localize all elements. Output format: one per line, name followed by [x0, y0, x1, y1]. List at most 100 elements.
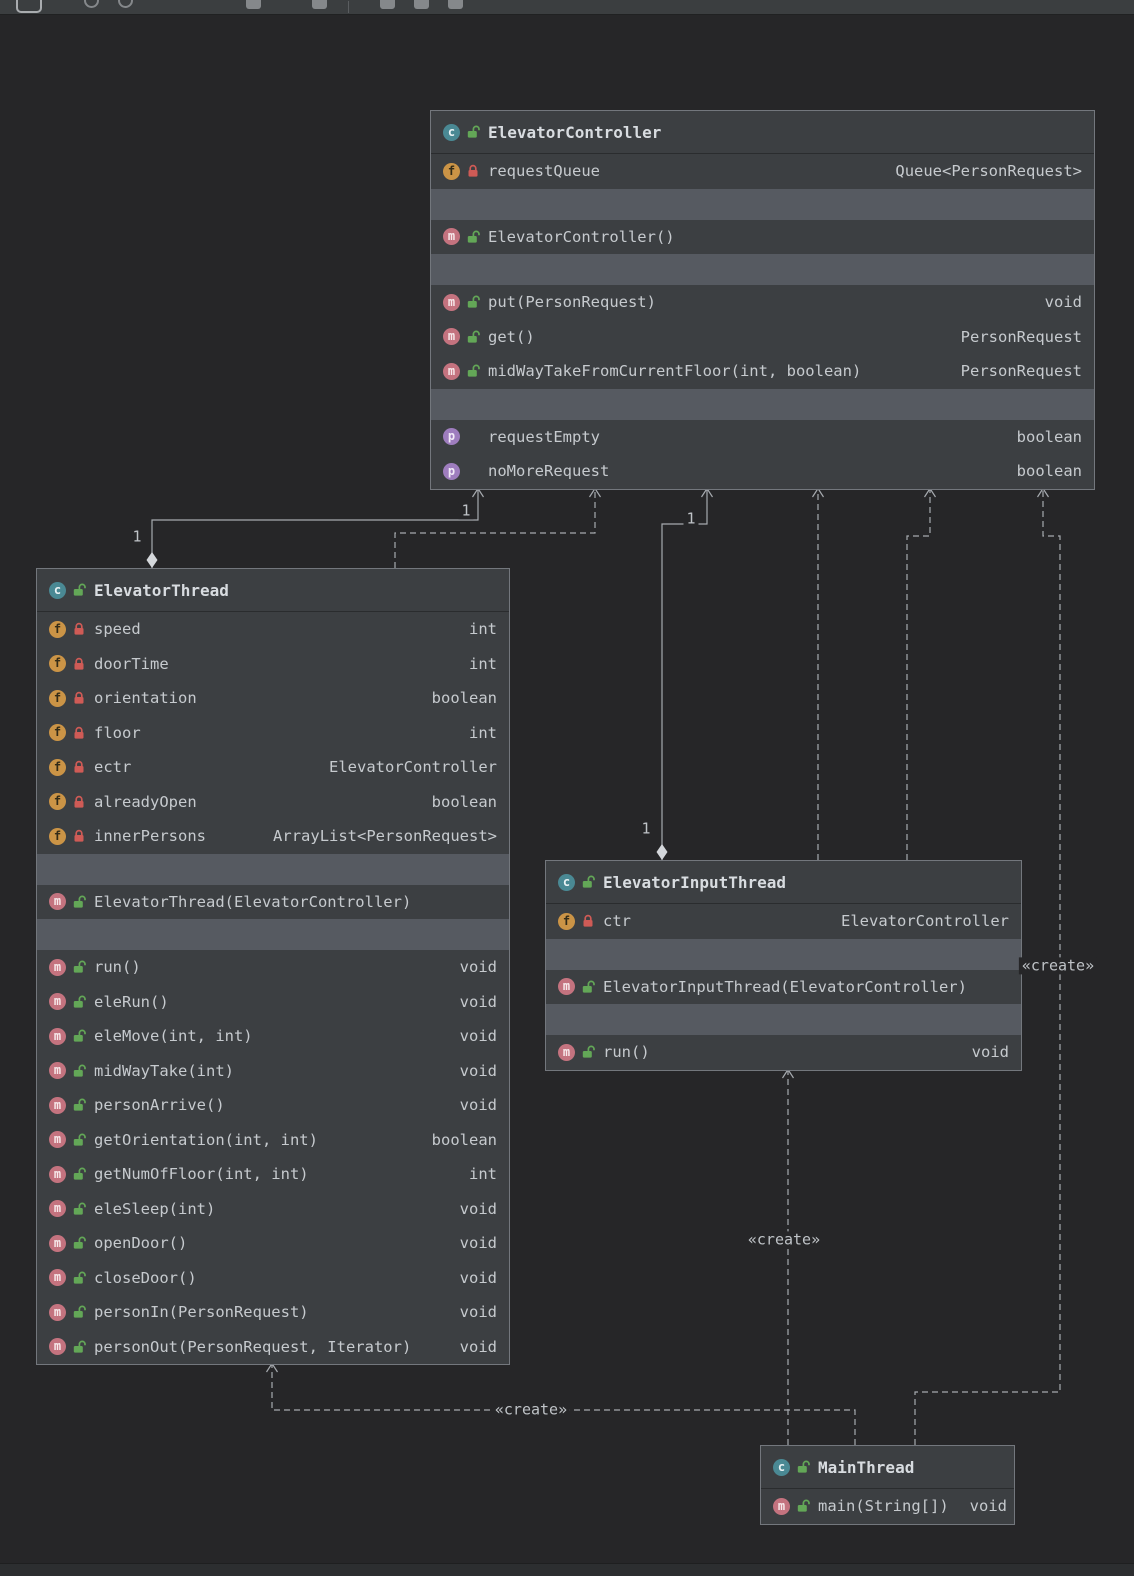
member-row[interactable]: f requestQueue Queue<PersonRequest> — [431, 154, 1094, 189]
class-header[interactable]: c MainThread — [761, 1446, 1014, 1489]
member-row[interactable]: m openDoor() void — [37, 1226, 509, 1261]
toolbar-zoom-button[interactable] — [414, 0, 429, 9]
member-row[interactable]: m eleSleep(int) void — [37, 1192, 509, 1227]
public-lock-icon — [73, 1064, 87, 1078]
multiplicity-label: 1 — [129, 528, 145, 546]
edge-inputthread-depends-controller-2[interactable] — [906, 488, 931, 860]
member-row[interactable]: f orientation boolean — [37, 681, 509, 716]
private-lock-icon — [73, 657, 87, 671]
private-lock-icon — [467, 164, 481, 178]
public-lock-icon — [797, 1499, 811, 1513]
member-name: ectr — [94, 758, 132, 777]
member-row[interactable]: p requestEmpty boolean — [431, 420, 1094, 455]
toolbar-cursor-mode-button[interactable] — [312, 0, 327, 9]
method-icon: m — [49, 1027, 66, 1045]
member-row[interactable]: m personOut(PersonRequest, Iterator) void — [37, 1330, 509, 1365]
class-elevatorthread[interactable]: c ElevatorThread f speed int f doorTime int f ori… — [36, 568, 510, 1365]
method-icon: m — [49, 958, 66, 976]
toolbar-undo-button[interactable] — [84, 0, 99, 8]
edge-inputthread-aggregates-controller[interactable] — [661, 488, 708, 860]
member-row[interactable]: p noMoreRequest boolean — [431, 454, 1094, 489]
member-type: Queue<PersonRequest> — [895, 162, 1082, 181]
section-separator — [546, 1004, 1021, 1035]
section-separator — [37, 853, 509, 885]
member-row[interactable]: f innerPersons ArrayList<PersonRequest> — [37, 819, 509, 854]
member-row[interactable]: m personArrive() void — [37, 1088, 509, 1123]
member-type: int — [469, 723, 497, 742]
public-lock-icon — [73, 1133, 87, 1147]
class-elevatorinputthread[interactable]: c ElevatorInputThread f ctr ElevatorControll… — [545, 860, 1022, 1071]
member-row[interactable]: m main(String[]) void — [761, 1489, 1014, 1524]
class-header[interactable]: c ElevatorController — [431, 111, 1094, 154]
public-lock-icon — [73, 1236, 87, 1250]
member-type: void — [459, 1234, 497, 1253]
member-type: boolean — [1016, 462, 1082, 481]
private-lock-icon — [73, 829, 87, 843]
member-row[interactable]: f ectr ElevatorController — [37, 750, 509, 785]
member-name: personOut(PersonRequest, Iterator) — [94, 1337, 412, 1356]
member-row[interactable]: f speed int — [37, 612, 509, 647]
member-row[interactable]: m ElevatorThread(ElevatorController) — [37, 885, 509, 920]
method-icon: m — [49, 1096, 66, 1114]
member-type: boolean — [431, 1130, 497, 1149]
section-separator — [431, 188, 1094, 220]
member-name: get() — [488, 327, 535, 346]
create-label: «create» — [744, 1231, 824, 1249]
member-row[interactable]: m getOrientation(int, int) boolean — [37, 1123, 509, 1158]
method-icon: m — [443, 362, 460, 380]
public-lock-icon — [467, 330, 481, 344]
public-lock-icon — [73, 995, 87, 1009]
toolbar-view-settings-button[interactable] — [246, 0, 261, 9]
member-row[interactable]: m put(PersonRequest) void — [431, 285, 1094, 320]
member-name: getNumOfFloor(int, int) — [94, 1165, 309, 1184]
edge-elevatorthread-aggregates-controller[interactable] — [151, 488, 479, 568]
member-name: ElevatorController() — [488, 227, 675, 246]
class-mainthread[interactable]: c MainThread m main(String[]) void — [760, 1445, 1015, 1525]
member-name: ElevatorInputThread(ElevatorController) — [603, 977, 967, 996]
member-row[interactable]: m run() void — [37, 950, 509, 985]
member-name: closeDoor() — [94, 1268, 197, 1287]
toolbar-pointer-tool-button[interactable] — [16, 0, 42, 13]
class-header[interactable]: c ElevatorInputThread — [546, 861, 1021, 904]
field-icon: f — [49, 689, 66, 707]
multiplicity-label: 1 — [683, 510, 699, 528]
private-lock-icon — [73, 622, 87, 636]
diagram-canvas[interactable]: c ElevatorController f requestQueue Queue<Pe… — [0, 0, 1134, 1576]
field-icon: f — [49, 793, 66, 811]
member-row[interactable]: m eleRun() void — [37, 985, 509, 1020]
edge-elevatorthread-depends-controller[interactable] — [394, 488, 596, 568]
member-name: noMoreRequest — [488, 462, 610, 481]
toolbar-grid-button[interactable] — [448, 0, 463, 9]
member-row[interactable]: m getNumOfFloor(int, int) int — [37, 1157, 509, 1192]
member-row[interactable]: m get() PersonRequest — [431, 320, 1094, 355]
toolbar-layout-button[interactable] — [380, 0, 395, 9]
member-name: orientation — [94, 689, 197, 708]
public-lock-icon — [582, 1045, 596, 1059]
member-row[interactable]: m midWayTake(int) void — [37, 1054, 509, 1089]
member-row[interactable]: f floor int — [37, 716, 509, 751]
member-name: openDoor() — [94, 1234, 188, 1253]
member-row[interactable]: f alreadyOpen boolean — [37, 785, 509, 820]
class-elevatorcontroller[interactable]: c ElevatorController f requestQueue Queue<Pe… — [430, 110, 1095, 490]
member-row[interactable]: m closeDoor() void — [37, 1261, 509, 1296]
member-row[interactable]: m ElevatorInputThread(ElevatorController) — [546, 970, 1021, 1005]
member-name: eleRun() — [94, 992, 169, 1011]
member-row[interactable]: f ctr ElevatorController — [546, 904, 1021, 939]
method-icon: m — [49, 1303, 66, 1321]
member-type: void — [459, 1061, 497, 1080]
member-row[interactable]: m midWayTakeFromCurrentFloor(int, boolean… — [431, 354, 1094, 389]
method-icon: m — [49, 1131, 66, 1149]
toolbar-redo-button[interactable] — [118, 0, 133, 8]
member-row[interactable]: m run() void — [546, 1035, 1021, 1070]
member-row[interactable]: m personIn(PersonRequest) void — [37, 1295, 509, 1330]
member-type: void — [971, 1043, 1009, 1062]
class-header[interactable]: c ElevatorThread — [37, 569, 509, 612]
member-row[interactable]: m eleMove(int, int) void — [37, 1019, 509, 1054]
member-row[interactable]: m ElevatorController() — [431, 220, 1094, 255]
member-name: floor — [94, 723, 141, 742]
member-name: speed — [94, 620, 141, 639]
member-row[interactable]: f doorTime int — [37, 647, 509, 682]
method-icon: m — [49, 993, 66, 1011]
member-type: void — [459, 1027, 497, 1046]
member-name: alreadyOpen — [94, 792, 197, 811]
